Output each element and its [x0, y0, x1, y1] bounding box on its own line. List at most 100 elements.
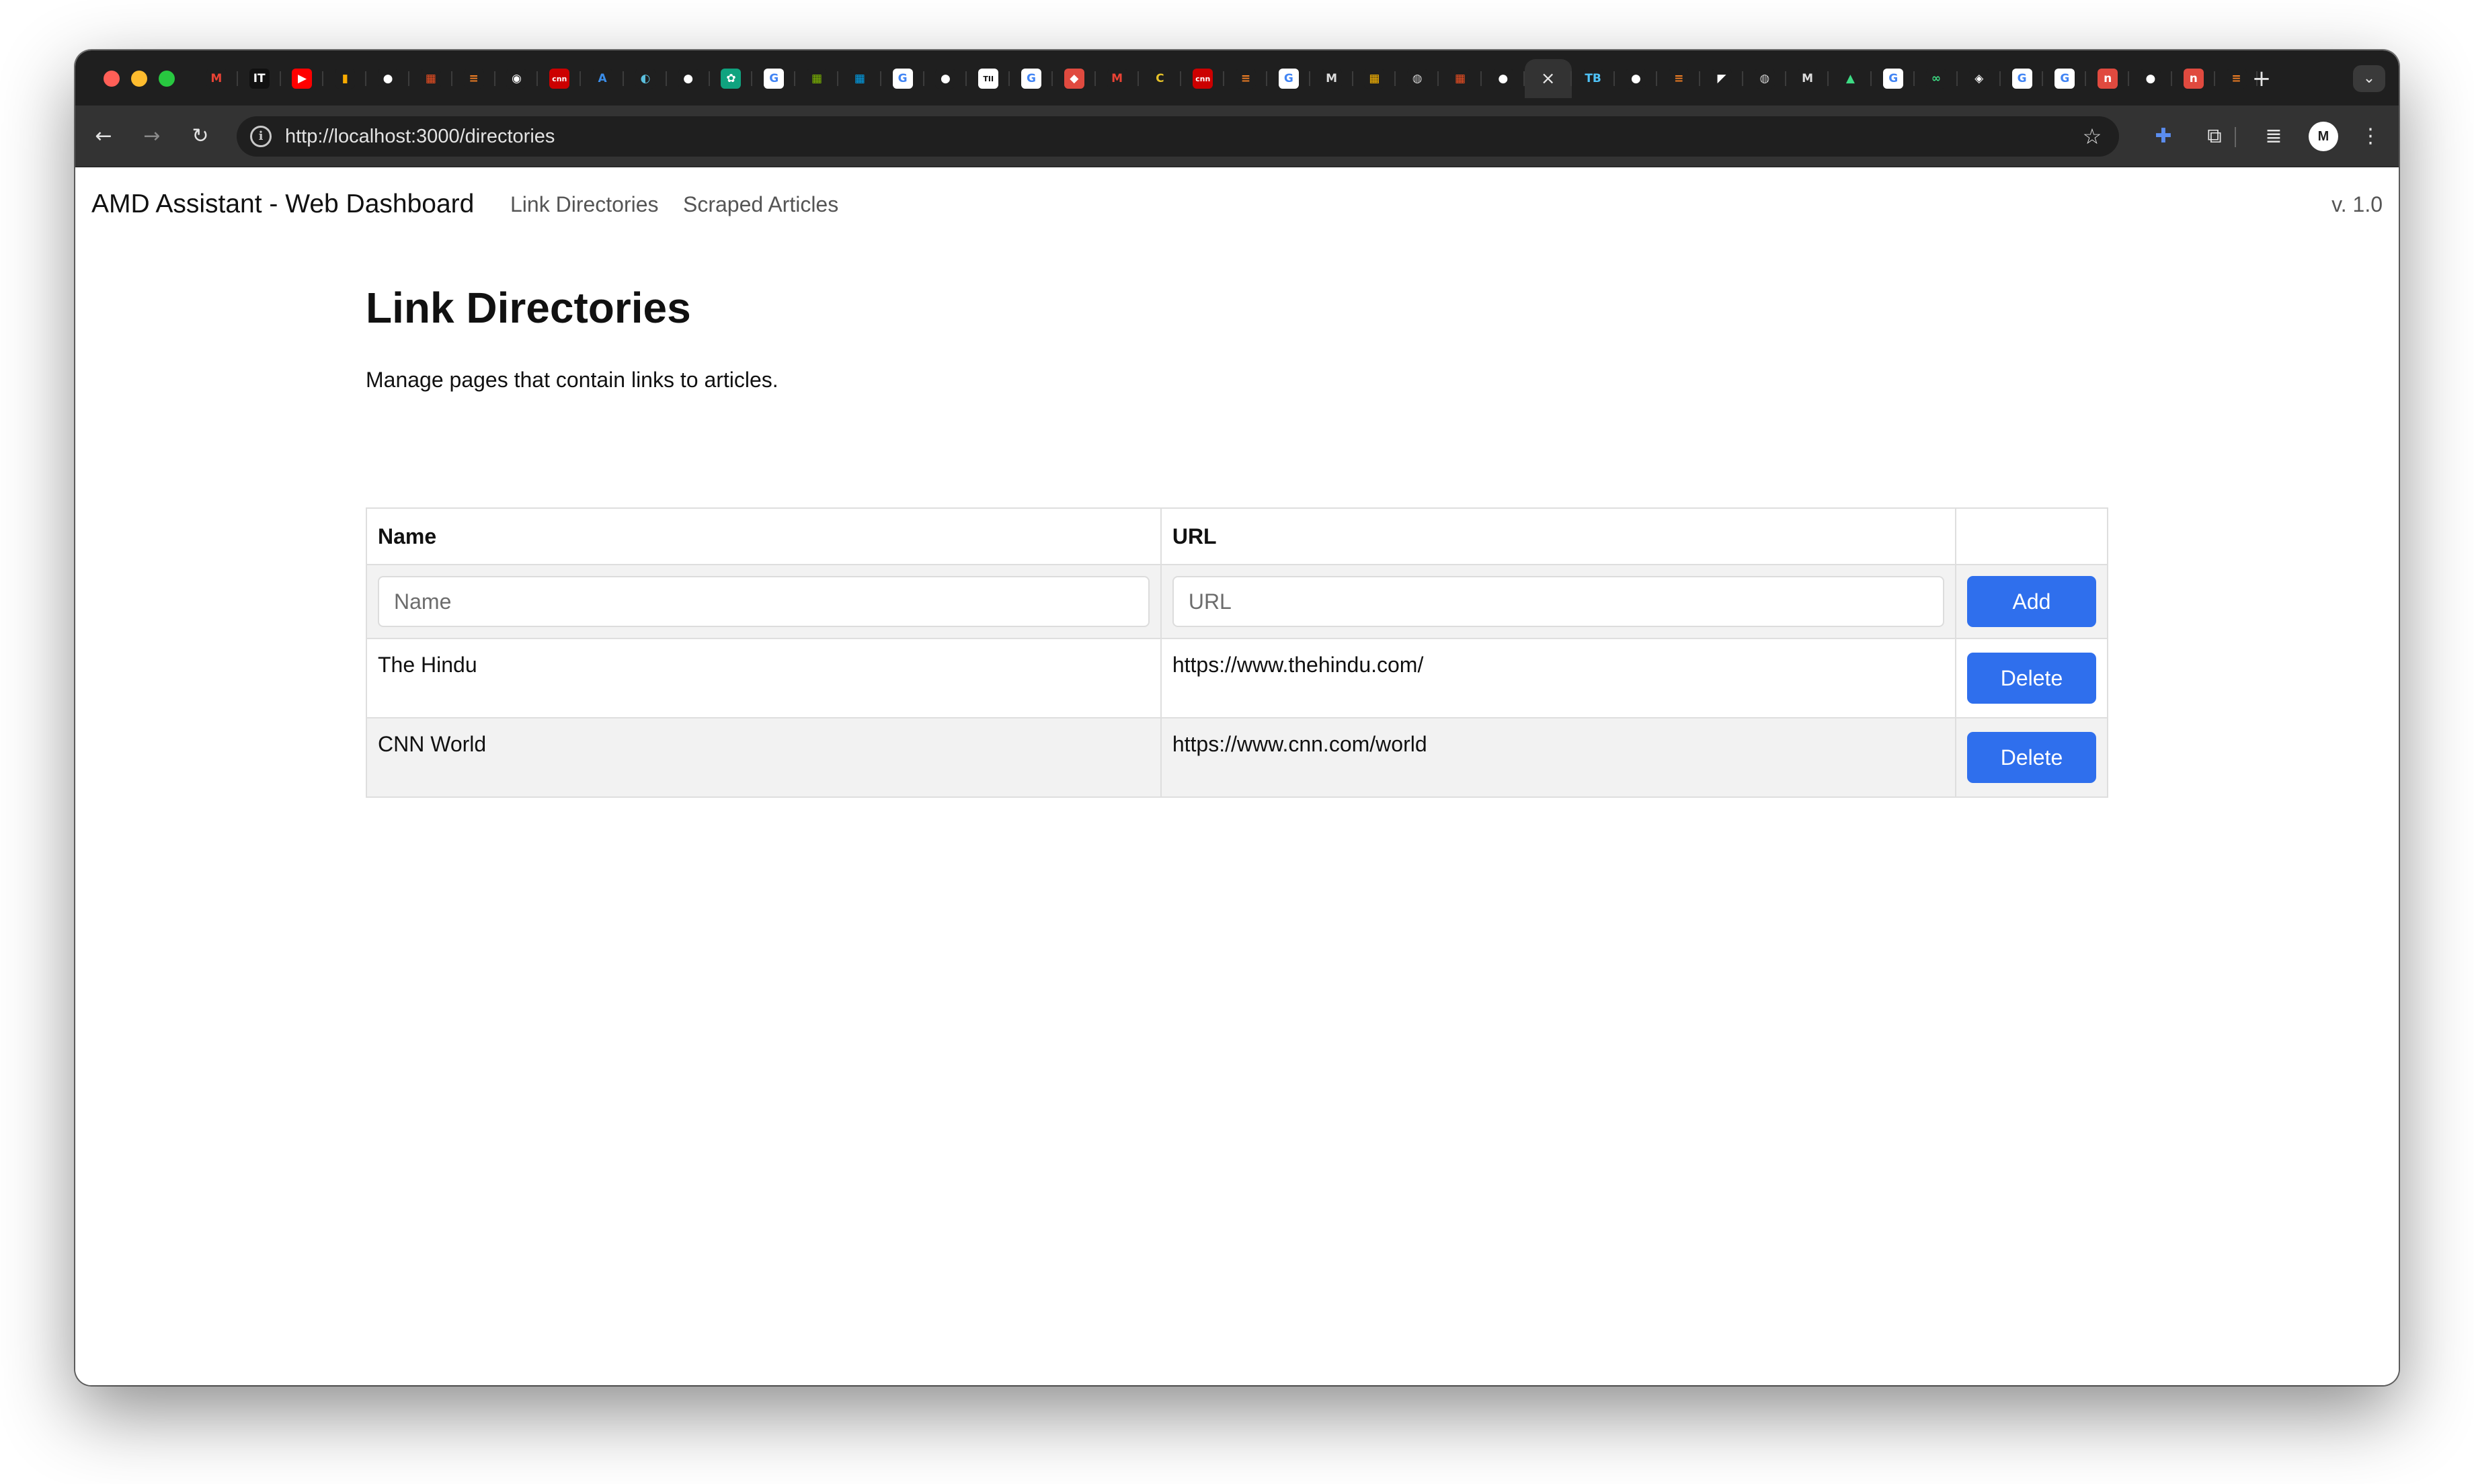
browser-tab[interactable]: ≡ [1224, 59, 1267, 98]
browser-tab[interactable]: M [195, 59, 238, 98]
browser-tab[interactable]: ▲ [1829, 59, 1872, 98]
add-button[interactable]: Add [1966, 576, 2096, 627]
browser-tab[interactable]: TB [1572, 59, 1615, 98]
browser-tab[interactable]: ◍ [1396, 59, 1439, 98]
browser-tab[interactable]: ✿ [710, 59, 753, 98]
reload-icon[interactable]: ↻ [186, 122, 215, 151]
gmail-icon: M [1107, 69, 1127, 89]
nav-link-scraped-articles[interactable]: Scraped Articles [683, 167, 838, 241]
close-window-button[interactable] [104, 71, 120, 87]
github-icon: ● [2140, 69, 2161, 89]
browser-tab[interactable]: TII [967, 59, 1010, 98]
infinity-icon: ∞ [1925, 69, 1946, 89]
directory-url: https://www.thehindu.com/ [1160, 638, 1956, 718]
browser-tab[interactable]: ● [924, 59, 967, 98]
site-info-icon[interactable]: i [250, 126, 272, 147]
cnn-icon: cnn [1193, 69, 1213, 89]
tab-bar: M IT ▶ ▮ ● ▦ ≡ ◉ cnn A ◐ ● ✿ G ▦ ▦ G ● TII G ◆ M Ccnn ≡ G M ▦ ◍ ▦ ● × T… [75, 50, 2399, 106]
github-icon: ● [678, 69, 699, 89]
browser-tab[interactable]: ● [2129, 59, 2172, 98]
media-controls-icon[interactable]: ≣ [2259, 122, 2288, 151]
google-icon: G [2054, 69, 2075, 89]
browser-tab[interactable]: ∞ [1915, 59, 1958, 98]
browser-tab[interactable]: ◉ [495, 59, 538, 98]
browser-tab[interactable]: cnn [538, 59, 581, 98]
url-input[interactable] [1172, 576, 1944, 627]
youtube-icon: ▶ [292, 69, 313, 89]
minimize-window-button[interactable] [131, 71, 147, 87]
browser-tab[interactable]: ≡ [452, 59, 495, 98]
browser-tab[interactable]: G [1010, 59, 1053, 98]
browser-tab[interactable]: M [1096, 59, 1139, 98]
stackoverflow-icon: ≡ [463, 69, 484, 89]
profile-avatar[interactable]: M [2309, 122, 2338, 151]
delete-button[interactable]: Delete [1966, 653, 2096, 704]
c-icon: C [1150, 69, 1170, 89]
new-tab-button[interactable]: + [2248, 65, 2275, 92]
google-analytics-icon: ▮ [335, 69, 356, 89]
browser-tab[interactable]: n [2086, 59, 2129, 98]
browser-tab[interactable]: ▮ [323, 59, 366, 98]
active-tab[interactable]: × [1524, 59, 1572, 98]
browser-tab[interactable]: M [1310, 59, 1353, 98]
browser-tab[interactable]: ▦ [1439, 59, 1482, 98]
tii-icon: TII [978, 69, 999, 89]
browser-tab[interactable]: M [1786, 59, 1829, 98]
table-row: The Hindu https://www.thehindu.com/ Dele… [366, 638, 2109, 718]
browser-tab[interactable]: G [2001, 59, 2044, 98]
browser-tab[interactable]: ▦ [1353, 59, 1396, 98]
browser-tab[interactable]: G [881, 59, 924, 98]
bookmark-star-icon[interactable]: ☆ [2077, 122, 2107, 151]
browser-tab[interactable]: ● [1482, 59, 1525, 98]
edge-icon: ◐ [635, 69, 655, 89]
url-input-cell [1160, 564, 1956, 639]
globe-icon: ◍ [1754, 69, 1775, 89]
stackoverflow-icon: ≡ [1669, 69, 1689, 89]
microsoft-icon: ▦ [1364, 69, 1385, 89]
page-description: Manage pages that contain links to artic… [366, 368, 779, 392]
browser-tab[interactable]: ● [366, 59, 409, 98]
browser-tab[interactable]: ◈ [1958, 59, 2001, 98]
browser-tab[interactable]: G [1872, 59, 1915, 98]
puzzle-extension-icon[interactable]: ✚ [2149, 122, 2178, 151]
browser-tab[interactable]: G [1267, 59, 1310, 98]
app-brand[interactable]: AMD Assistant - Web Dashboard [91, 167, 474, 241]
browser-tab[interactable]: ▶ [281, 59, 324, 98]
close-tab-icon[interactable]: × [1538, 69, 1558, 89]
browser-tab[interactable]: ▦ [795, 59, 838, 98]
browser-tab[interactable]: ◤ [1700, 59, 1743, 98]
nav-link-directories[interactable]: Link Directories [510, 167, 659, 241]
browser-tab[interactable]: ◆ [1053, 59, 1096, 98]
browser-tab[interactable]: G [2043, 59, 2087, 98]
browser-tab[interactable]: A [581, 59, 624, 98]
url-text[interactable]: http://localhost:3000/directories [285, 116, 555, 157]
browser-tab[interactable]: IT [238, 59, 281, 98]
browser-tab[interactable]: ● [1615, 59, 1658, 98]
browser-tab[interactable]: ▦ [838, 59, 881, 98]
forward-arrow-icon[interactable]: → [137, 122, 167, 151]
browser-tab[interactable]: C [1139, 59, 1182, 98]
browser-tab[interactable]: ▦ [409, 59, 452, 98]
browser-toolbar: ← → ↻ i http://localhost:3000/directorie… [75, 106, 2399, 167]
browser-menu-icon[interactable]: ⋮ [2356, 122, 2385, 151]
browser-tab[interactable]: ◍ [1743, 59, 1786, 98]
delete-button[interactable]: Delete [1966, 732, 2096, 783]
browser-tab[interactable]: ◐ [624, 59, 667, 98]
back-arrow-icon[interactable]: ← [89, 122, 118, 151]
browser-tab[interactable]: ● [667, 59, 710, 98]
app-navbar: AMD Assistant - Web Dashboard Link Direc… [75, 167, 2399, 241]
typescript-icon: TB [1583, 69, 1603, 89]
directory-name: CNN World [366, 717, 1162, 798]
browser-tab[interactable]: G [752, 59, 795, 98]
name-input[interactable] [378, 576, 1150, 627]
directories-table: Name URL Add [366, 507, 2109, 798]
extensions-icon[interactable]: ⧉ [2200, 122, 2229, 151]
github-icon: ● [935, 69, 956, 89]
browser-tab[interactable]: ≡ [1657, 59, 1700, 98]
medium-icon: M [1797, 69, 1818, 89]
address-bar[interactable]: i http://localhost:3000/directories ☆ [237, 116, 2119, 157]
browser-tab[interactable]: n [2172, 59, 2215, 98]
tab-search-button[interactable]: ⌄ [2353, 65, 2385, 92]
fullscreen-window-button[interactable] [159, 71, 175, 87]
browser-tab[interactable]: cnn [1181, 59, 1224, 98]
